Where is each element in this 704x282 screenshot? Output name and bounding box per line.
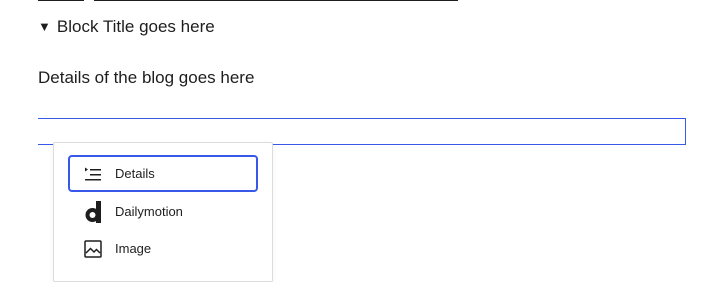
image-icon [83, 239, 103, 259]
details-content-paragraph[interactable]: Details of the blog goes here [38, 67, 254, 89]
previous-block-edge-right [94, 0, 458, 1]
dailymotion-icon [83, 200, 103, 223]
block-autocomplete-popover: Details Dailymotion Image [53, 142, 273, 282]
autocomplete-option-label: Image [115, 241, 152, 256]
slash-command-block[interactable]: /d [38, 118, 686, 145]
autocomplete-option-details[interactable]: Details [68, 155, 258, 192]
autocomplete-option-dailymotion[interactable]: Dailymotion [68, 193, 258, 230]
details-icon [83, 164, 103, 184]
disclosure-triangle-icon[interactable]: ▼ [38, 20, 51, 33]
details-summary-title: Block Title goes here [56, 17, 215, 36]
previous-block-edge-left [38, 0, 84, 1]
autocomplete-option-label: Dailymotion [115, 204, 183, 219]
details-summary[interactable]: ▼ Block Title goes here [38, 16, 215, 38]
autocomplete-option-image[interactable]: Image [68, 230, 258, 267]
autocomplete-option-label: Details [115, 166, 155, 181]
